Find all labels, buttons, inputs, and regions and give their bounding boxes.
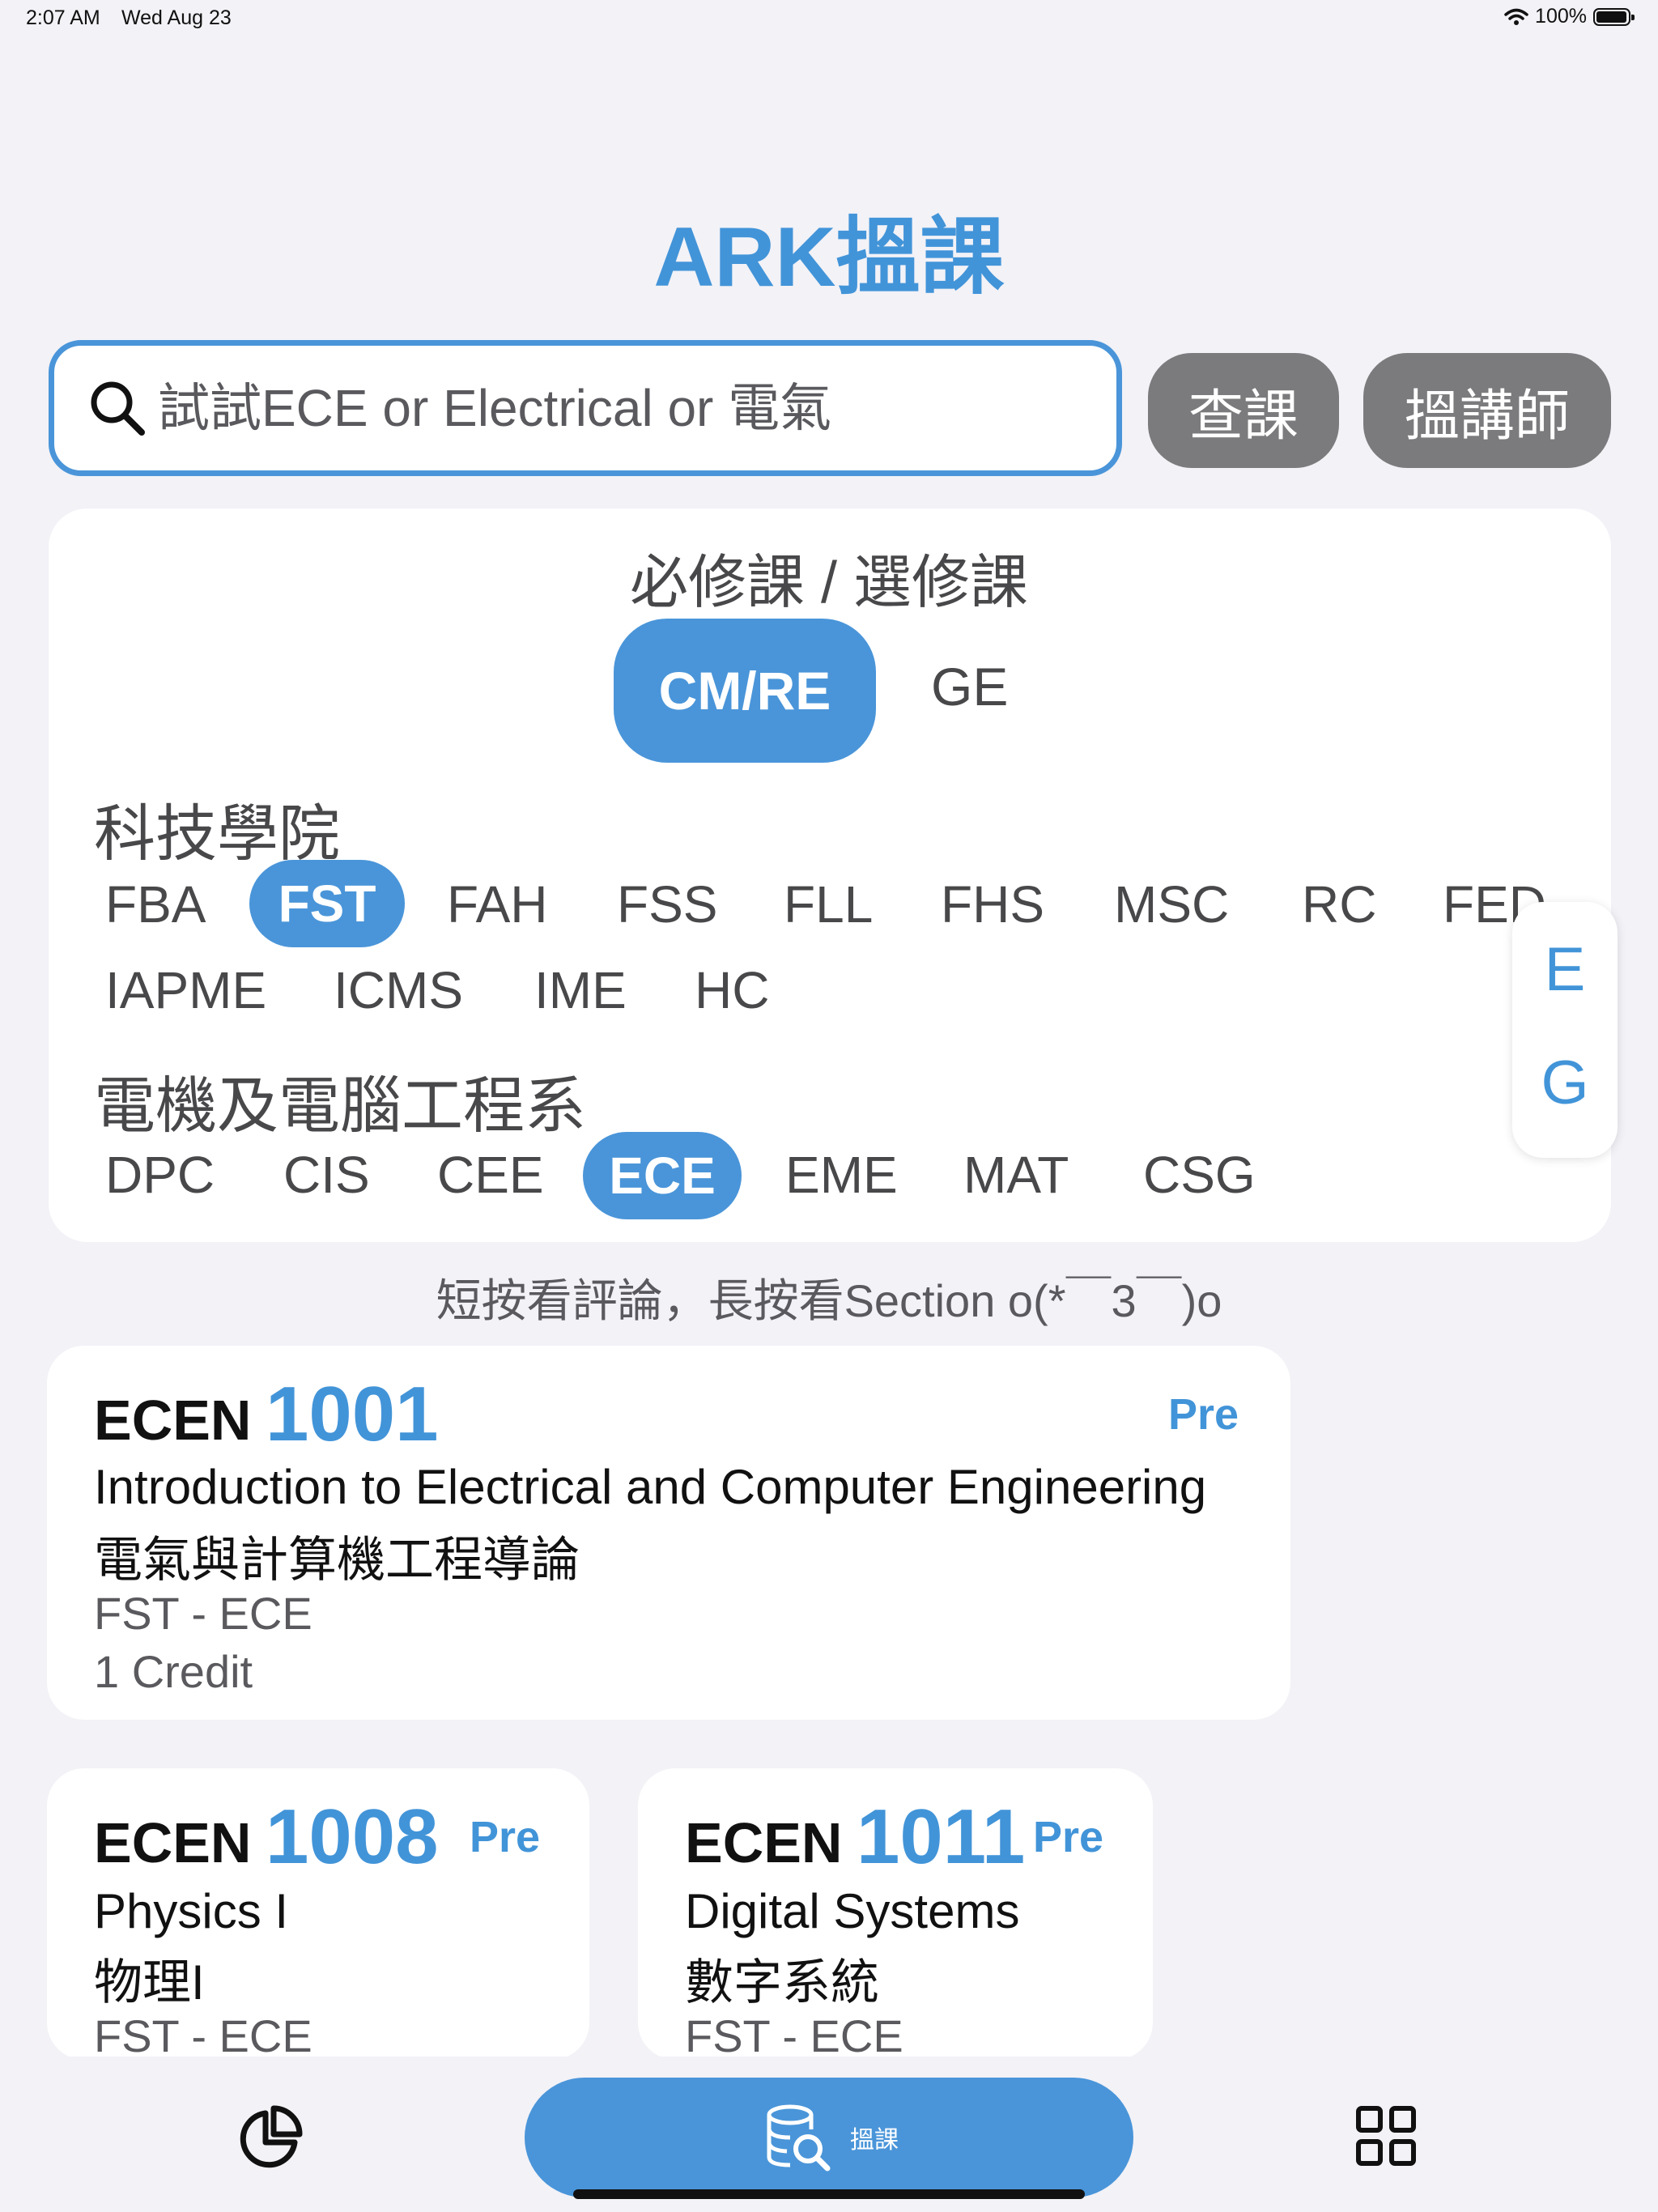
department-chip-csg[interactable]: CSG <box>1143 1145 1256 1205</box>
department-chip-cee[interactable]: CEE <box>437 1145 544 1205</box>
department-title: 電機及電腦工程系 <box>94 1072 586 1141</box>
prerequisite-badge: Pre <box>1168 1390 1239 1439</box>
find-teacher-button[interactable]: 搵講師 <box>1363 353 1611 468</box>
wifi-icon <box>1504 8 1528 25</box>
tab-cm-re[interactable]: CM/RE <box>614 619 876 763</box>
course-name-zh: 物理I <box>94 1955 205 2010</box>
course-prefix: ECEN <box>94 1389 252 1452</box>
course-credit: 1 Credit <box>94 1646 253 1697</box>
status-time: 2:07 AM <box>26 6 100 29</box>
faculty-chip-fba[interactable]: FBA <box>105 874 206 934</box>
course-unit: FST - ECE <box>94 2010 312 2060</box>
course-card[interactable]: ECEN 1011 Pre Digital Systems 數字系統 FST -… <box>638 1768 1153 2060</box>
course-name-en: Introduction to Electrical and Computer … <box>94 1460 1207 1514</box>
prerequisite-badge: Pre <box>470 1813 541 1861</box>
pie-chart-icon <box>240 2105 303 2168</box>
course-name-zh: 數字系統 <box>685 1955 879 2010</box>
grid-icon <box>1356 2106 1416 2166</box>
app-title: ARK搵課 <box>653 211 1005 304</box>
query-course-button[interactable]: 查課 <box>1148 353 1339 468</box>
prerequisite-badge: Pre <box>1033 1813 1104 1861</box>
faculty-chip-fst[interactable]: FST <box>249 860 405 947</box>
nav-center-label: 搵課 <box>850 2127 899 2154</box>
course-unit: FST - ECE <box>685 2010 903 2060</box>
course-name-en: Physics I <box>94 1884 289 1938</box>
tab-ge[interactable]: GE <box>931 656 1008 717</box>
battery-percent: 100% <box>1535 5 1587 28</box>
faculty-chip-ime[interactable]: IME <box>534 960 627 1020</box>
faculty-chip-icms[interactable]: ICMS <box>334 960 463 1020</box>
search-icon <box>91 381 145 436</box>
faculty-chip-iapme[interactable]: IAPME <box>105 960 266 1020</box>
course-card[interactable]: ECEN 1008 Pre Physics I 物理I FST - ECE <box>47 1768 589 2060</box>
alphabet-index: E G <box>1512 902 1618 1158</box>
nav-course-search-button[interactable]: 搵課 <box>525 2078 1133 2197</box>
nav-more-button[interactable] <box>1355 2105 1417 2171</box>
course-card[interactable]: ECEN 1001 Pre Introduction to Electrical… <box>47 1346 1290 1720</box>
course-prefix: ECEN <box>685 1811 843 1874</box>
database-search-icon <box>767 2104 831 2172</box>
course-name-en: Digital Systems <box>685 1884 1020 1938</box>
faculty-chip-fss[interactable]: FSS <box>617 874 717 934</box>
department-chip-cis[interactable]: CIS <box>283 1145 370 1205</box>
course-number: 1008 <box>266 1793 439 1880</box>
search-input[interactable] <box>156 377 1090 439</box>
course-prefix: ECEN <box>94 1811 252 1874</box>
faculty-chip-fll[interactable]: FLL <box>784 874 873 934</box>
course-type-title: 必修課 / 選修課 <box>629 551 1028 615</box>
faculty-chip-msc[interactable]: MSC <box>1114 874 1229 934</box>
index-letter-e[interactable]: E <box>1512 934 1618 1005</box>
course-name-zh: 電氣與計算機工程導論 <box>94 1533 580 1587</box>
course-number: 1001 <box>266 1371 439 1457</box>
usage-hint: 短按看評論，長按看Section o(*￣3￣)o <box>436 1275 1222 1326</box>
faculty-chip-hc[interactable]: HC <box>695 960 769 1020</box>
status-date: Wed Aug 23 <box>121 6 232 29</box>
department-chip-eme[interactable]: EME <box>785 1145 898 1205</box>
department-chip-dpc[interactable]: DPC <box>105 1145 215 1205</box>
faculty-chip-fah[interactable]: FAH <box>447 874 547 934</box>
faculty-chip-rc[interactable]: RC <box>1302 874 1376 934</box>
course-unit: FST - ECE <box>94 1588 312 1639</box>
status-indicators: 100% <box>1504 5 1635 28</box>
nav-stats-button[interactable] <box>233 2104 304 2179</box>
faculty-chip-fhs[interactable]: FHS <box>941 874 1044 934</box>
department-chip-mat[interactable]: MAT <box>963 1145 1069 1205</box>
search-box[interactable] <box>49 340 1122 476</box>
home-indicator <box>573 2189 1085 2199</box>
index-letter-g[interactable]: G <box>1512 1048 1618 1118</box>
department-chip-ece[interactable]: ECE <box>583 1132 742 1219</box>
battery-icon <box>1593 7 1635 26</box>
course-number: 1011 <box>857 1793 1026 1880</box>
